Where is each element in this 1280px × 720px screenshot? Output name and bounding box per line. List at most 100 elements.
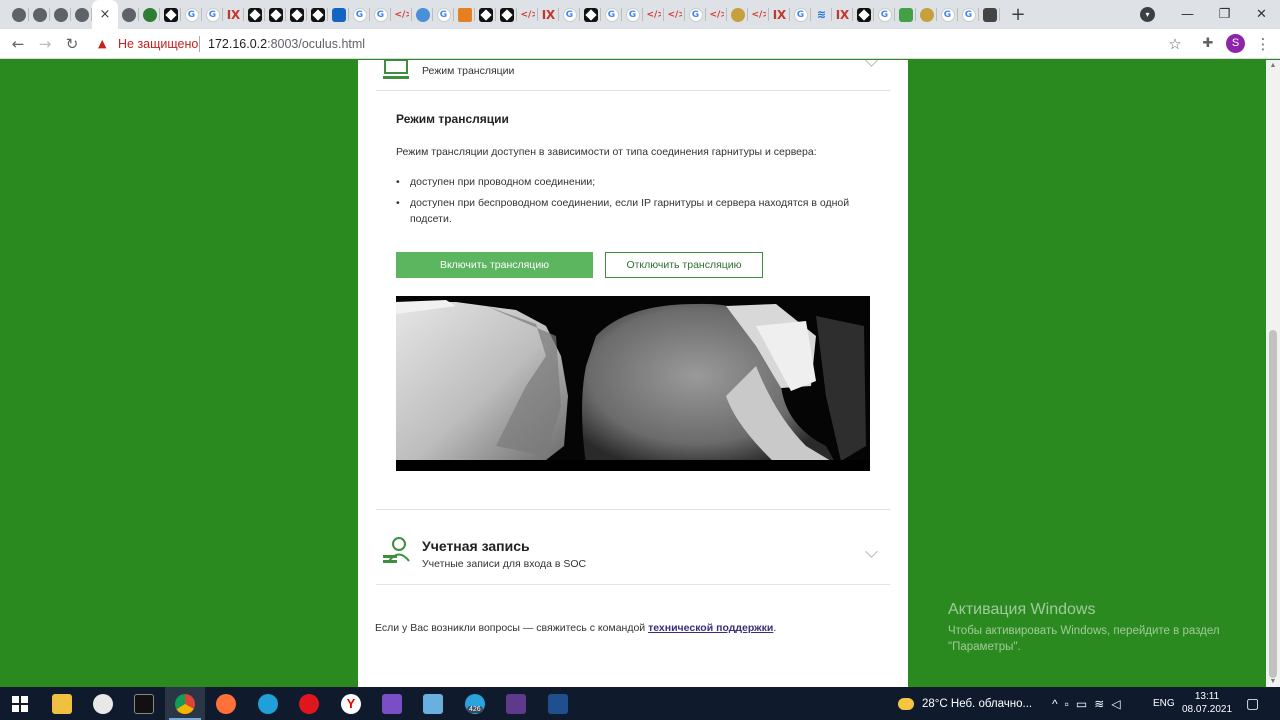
notepad-icon[interactable] — [413, 687, 453, 720]
new-tab-button[interactable]: + — [1006, 4, 1030, 25]
browser-tab[interactable]: </> — [706, 0, 727, 29]
browser-tab[interactable] — [979, 0, 1000, 29]
minimize-button[interactable]: — — [1169, 7, 1206, 22]
taskbar-clock[interactable]: 13:11 08.07.2021 — [1182, 690, 1232, 716]
notifications-icon[interactable]: ▢ — [1246, 687, 1259, 720]
menu-kebab-icon[interactable]: ⋮ — [1253, 34, 1273, 54]
battery-icon[interactable]: ▭ — [1076, 697, 1094, 711]
browser-tab[interactable]: </> — [748, 0, 769, 29]
weather-widget[interactable]: 28°C Неб. облачно... — [898, 687, 1032, 720]
warning-icon[interactable]: ▲ — [98, 37, 106, 50]
opera-icon[interactable] — [289, 687, 329, 720]
forward-arrow-icon[interactable]: → — [35, 34, 55, 54]
start-button[interactable] — [0, 687, 40, 720]
scroll-thumb[interactable] — [1269, 330, 1277, 678]
browser-tab[interactable] — [286, 0, 307, 29]
bookmark-star-icon[interactable]: ☆ — [1165, 34, 1185, 54]
browser-tab[interactable]: Ⅸ — [832, 0, 853, 29]
scroll-up-arrow-icon[interactable]: ▲ — [1269, 62, 1277, 69]
browser-tab[interactable]: G — [349, 0, 370, 29]
visual-studio-icon[interactable] — [372, 687, 412, 720]
edge-icon[interactable] — [248, 687, 288, 720]
browser-tab[interactable] — [496, 0, 517, 29]
system-tray-icons[interactable]: ^ ▫ ▭ ≋ ◁ — [1052, 687, 1128, 720]
browser-tab[interactable] — [475, 0, 496, 29]
browser-tab[interactable] — [50, 0, 71, 29]
scroll-down-arrow-icon[interactable]: ▼ — [1269, 678, 1277, 685]
browser-tab[interactable] — [328, 0, 349, 29]
browser-tab[interactable] — [8, 0, 29, 29]
browser-tab[interactable]: ≋ — [811, 0, 832, 29]
browser-tab[interactable]: G — [433, 0, 454, 29]
yandex-browser-icon[interactable]: Y — [331, 687, 371, 720]
browser-tab[interactable]: </> — [391, 0, 412, 29]
browser-tab[interactable] — [454, 0, 475, 29]
support-link[interactable]: технической поддержки — [648, 622, 773, 634]
address-bar[interactable]: 172.16.0.2:8003/oculus.html — [208, 37, 365, 51]
close-window-button[interactable]: ✕ — [1243, 7, 1280, 22]
browser-tab[interactable]: G — [559, 0, 580, 29]
firefox-icon[interactable] — [206, 687, 246, 720]
browser-tab[interactable] — [265, 0, 286, 29]
enable-streaming-button[interactable]: Включить трансляцию — [396, 252, 593, 278]
terminal-icon[interactable] — [124, 687, 164, 720]
browser-tab[interactable]: G — [601, 0, 622, 29]
browser-tab[interactable] — [139, 0, 160, 29]
browser-tab[interactable]: G — [874, 0, 895, 29]
disable-streaming-button[interactable]: Отключить трансляцию — [605, 252, 763, 278]
section-account-header[interactable]: Учетная запись Учетные записи для входа … — [376, 520, 890, 580]
remote-terminal-icon[interactable] — [496, 687, 536, 720]
browser-tab[interactable] — [71, 0, 92, 29]
browser-tab[interactable]: </> — [643, 0, 664, 29]
paint-icon[interactable] — [83, 687, 123, 720]
browser-tab[interactable]: G — [958, 0, 979, 29]
windows-taskbar: Y 426 28°C Неб. облачно... ^ ▫ ▭ ≋ ◁ ENG 13:… — [0, 687, 1280, 720]
browser-tab[interactable] — [853, 0, 874, 29]
browser-tab[interactable]: G — [685, 0, 706, 29]
browser-tab[interactable]: </> — [517, 0, 538, 29]
browser-tab[interactable] — [412, 0, 433, 29]
tray-device-icon[interactable]: ▫ — [1065, 697, 1076, 711]
wifi-icon[interactable]: ≋ — [1094, 697, 1111, 711]
powershell-icon[interactable] — [538, 687, 578, 720]
browser-tab[interactable]: G — [181, 0, 202, 29]
box-favicon-icon — [499, 7, 514, 22]
section-streaming-header[interactable]: Режим трансляции — [376, 60, 890, 91]
close-tab-icon[interactable]: × — [100, 7, 111, 22]
browser-tab[interactable]: Ⅸ — [223, 0, 244, 29]
browser-tab[interactable]: Ⅸ — [538, 0, 559, 29]
browser-tab[interactable]: G — [790, 0, 811, 29]
maximize-button[interactable]: ❐ — [1206, 7, 1243, 22]
file-explorer-icon[interactable] — [42, 687, 82, 720]
tab-active[interactable]: × — [92, 0, 118, 29]
browser-tab[interactable]: Ⅸ — [769, 0, 790, 29]
browser-tab[interactable] — [118, 0, 139, 29]
telegram-icon[interactable]: 426 — [455, 687, 495, 720]
browser-tab[interactable]: G — [370, 0, 391, 29]
browser-tab[interactable] — [727, 0, 748, 29]
browser-tab[interactable] — [580, 0, 601, 29]
reload-icon[interactable]: ↻ — [62, 34, 82, 54]
browser-tab[interactable] — [244, 0, 265, 29]
browser-tab[interactable] — [916, 0, 937, 29]
browser-tab[interactable]: G — [937, 0, 958, 29]
extensions-puzzle-icon[interactable]: ✚ — [1198, 34, 1218, 54]
browser-tab[interactable] — [895, 0, 916, 29]
language-indicator[interactable]: ENG — [1153, 687, 1175, 720]
chevron-down-icon[interactable] — [865, 60, 878, 67]
chevron-down-icon[interactable] — [865, 545, 878, 558]
page-scrollbar[interactable]: ▲ ▼ — [1266, 60, 1280, 687]
volume-icon[interactable]: ◁ — [1111, 697, 1127, 711]
browser-tab[interactable] — [160, 0, 181, 29]
browser-tab[interactable]: G — [622, 0, 643, 29]
back-arrow-icon[interactable]: ← — [8, 34, 28, 54]
browser-tab[interactable] — [29, 0, 50, 29]
tray-chevron-up-icon[interactable]: ^ — [1052, 697, 1065, 711]
browser-tab[interactable]: </> — [664, 0, 685, 29]
tab-search-icon[interactable]: ▾ — [1140, 7, 1155, 22]
chrome-icon[interactable] — [165, 687, 205, 720]
browser-tab[interactable]: G — [202, 0, 223, 29]
security-status[interactable]: Не защищено — [118, 37, 198, 51]
profile-avatar[interactable]: S — [1226, 34, 1245, 53]
browser-tab[interactable] — [307, 0, 328, 29]
